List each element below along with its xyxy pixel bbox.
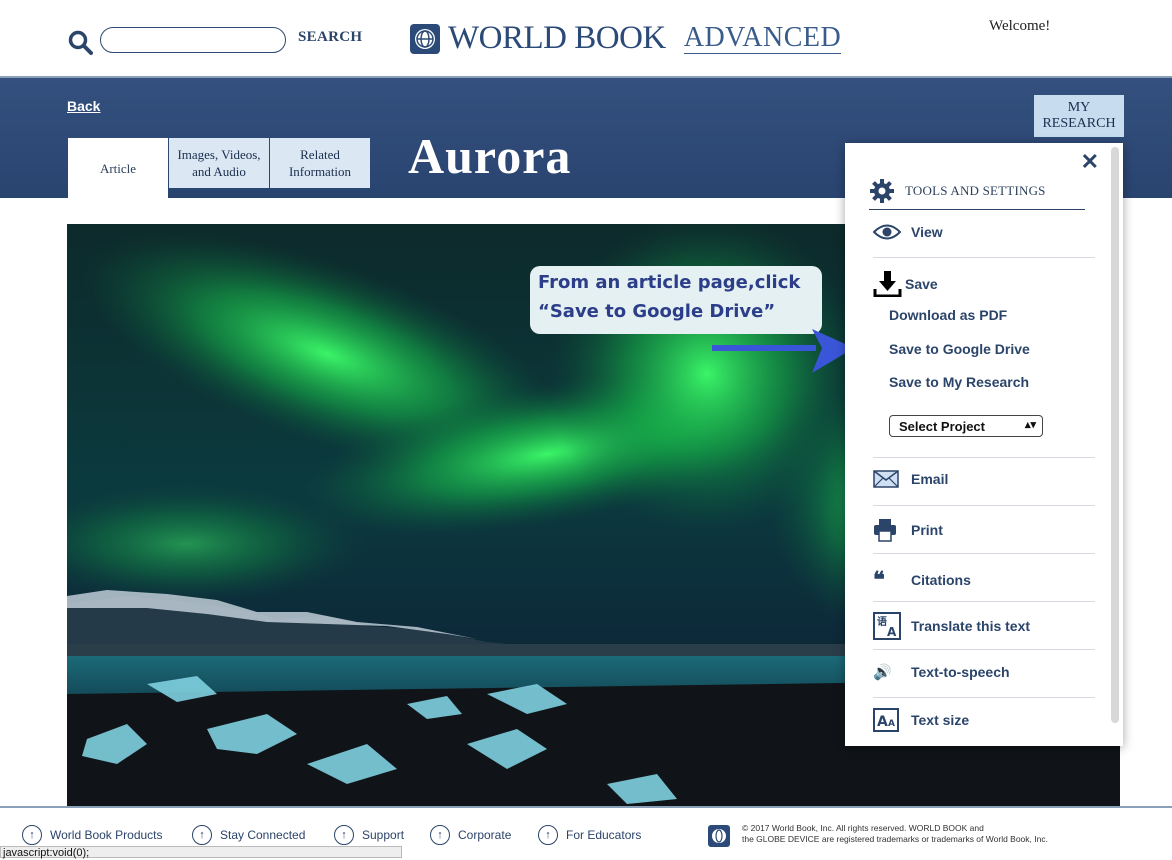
logo-edition: ADVANCED xyxy=(683,22,842,54)
globe-logo-icon xyxy=(708,825,730,847)
callout-line-1: From an article page,click xyxy=(538,272,801,293)
tab-article[interactable]: Article xyxy=(68,138,168,198)
tools-settings-panel: ✕ TOOLS AND SETTINGS View Save Download … xyxy=(845,143,1123,746)
arrow-up-icon: ↑ xyxy=(192,825,212,845)
divider xyxy=(873,505,1095,506)
search-button[interactable]: SEARCH xyxy=(298,29,362,46)
view-label: View xyxy=(911,224,943,240)
browser-status-bar: javascript:void(0); xyxy=(0,846,402,859)
text-size-icon: A A xyxy=(873,708,899,732)
print-label: Print xyxy=(911,522,943,538)
save-label: Save xyxy=(905,276,938,292)
speaker-icon: 🔊 xyxy=(873,664,892,681)
footer-link-label: Stay Connected xyxy=(220,828,306,842)
translate-option[interactable]: 语 A Translate this text xyxy=(873,612,1095,640)
footer-link-label: Corporate xyxy=(458,828,512,842)
tab-article-label: Article xyxy=(99,160,137,176)
divider xyxy=(873,697,1095,698)
instruction-callout: From an article page,click “Save to Goog… xyxy=(530,266,822,334)
tab-images-videos-audio[interactable]: Images, Videos, and Audio xyxy=(169,138,269,188)
footer-link-for-educators[interactable]: ↑ For Educators xyxy=(538,825,641,845)
save-option[interactable]: Save xyxy=(873,271,1095,297)
save-google-drive-link[interactable]: Save to Google Drive xyxy=(889,341,1030,357)
arrow-up-icon: ↑ xyxy=(538,825,558,845)
copyright-line-2: the GLOBE DEVICE are registered trademar… xyxy=(742,834,1048,844)
arrow-up-icon: ↑ xyxy=(430,825,450,845)
globe-logo-icon xyxy=(410,23,440,54)
search-input[interactable] xyxy=(100,27,286,53)
divider xyxy=(873,457,1095,458)
quote-icon: ❝ xyxy=(873,567,885,593)
text-to-speech-option[interactable]: 🔊 Text-to-speech xyxy=(873,663,1095,681)
select-project-dropdown[interactable]: Select Project ▴▾ xyxy=(889,415,1043,437)
copyright-line-1: © 2017 World Book, Inc. All rights reser… xyxy=(742,823,984,833)
top-bar: SEARCH WORLD BOOK ADVANCED Welcome! xyxy=(0,0,1172,78)
footer-link-label: Support xyxy=(362,828,405,842)
panel-heading: TOOLS AND SETTINGS xyxy=(869,173,1085,210)
logo-text: WORLD BOOK xyxy=(448,20,666,56)
view-option[interactable]: View xyxy=(873,223,1095,241)
search-icon[interactable] xyxy=(68,30,94,56)
divider xyxy=(873,257,1095,258)
download-icon xyxy=(873,271,902,297)
svg-text:语: 语 xyxy=(877,615,887,628)
footer-link-label: World Book Products xyxy=(50,828,163,842)
email-option[interactable]: Email xyxy=(873,470,1095,488)
divider xyxy=(873,649,1095,650)
tab-related-information[interactable]: Related Information xyxy=(270,138,370,188)
gear-icon xyxy=(870,179,894,203)
page-title: Aurora xyxy=(408,128,572,184)
arrow-up-icon: ↑ xyxy=(334,825,354,845)
footer-link-label: For Educators xyxy=(566,828,642,842)
svg-text:A: A xyxy=(888,719,895,729)
tab-related-label: Related Information xyxy=(288,147,352,179)
panel-scrollbar[interactable] xyxy=(1111,147,1119,723)
footer-link-world-book-products[interactable]: ↑ World Book Products xyxy=(22,825,163,845)
copyright-text: © 2017 World Book, Inc. All rights reser… xyxy=(742,823,1162,845)
save-my-research-link[interactable]: Save to My Research xyxy=(889,374,1029,390)
divider xyxy=(873,601,1095,602)
text-size-label: Text size xyxy=(911,712,970,728)
divider xyxy=(873,553,1095,554)
envelope-icon xyxy=(873,470,899,488)
eye-icon xyxy=(873,224,901,240)
my-research-button[interactable]: MY RESEARCH xyxy=(1034,95,1124,137)
svg-text:A: A xyxy=(877,714,888,730)
select-project-value: Select Project xyxy=(899,418,985,434)
svg-text:A: A xyxy=(887,625,897,639)
printer-icon xyxy=(874,519,896,542)
download-pdf-link[interactable]: Download as PDF xyxy=(889,307,1007,323)
translate-icon: 语 A xyxy=(873,612,901,640)
print-option[interactable]: Print xyxy=(873,518,1095,542)
pointer-arrow-icon xyxy=(712,329,854,373)
welcome-text: Welcome! xyxy=(989,18,1051,34)
translate-label: Translate this text xyxy=(911,618,1031,634)
close-icon[interactable]: ✕ xyxy=(1081,149,1099,175)
tts-label: Text-to-speech xyxy=(911,664,1010,680)
world-book-logo[interactable]: WORLD BOOK ADVANCED xyxy=(410,20,842,57)
citations-option[interactable]: ❝ Citations xyxy=(873,567,1095,593)
panel-heading-label: TOOLS AND SETTINGS xyxy=(905,183,1046,198)
text-size-option[interactable]: A A Text size xyxy=(873,708,1095,732)
tab-images-label: Images, Videos, and Audio xyxy=(177,147,261,179)
select-arrows-icon: ▴▾ xyxy=(1024,419,1036,431)
back-link[interactable]: Back xyxy=(67,98,100,114)
callout-line-2: “Save to Google Drive” xyxy=(538,301,776,322)
arrow-up-icon: ↑ xyxy=(22,825,42,845)
citations-label: Citations xyxy=(911,572,971,588)
footer-link-support[interactable]: ↑ Support xyxy=(334,825,404,845)
footer-link-corporate[interactable]: ↑ Corporate xyxy=(430,825,511,845)
email-label: Email xyxy=(911,471,949,487)
footer-link-stay-connected[interactable]: ↑ Stay Connected xyxy=(192,825,305,845)
